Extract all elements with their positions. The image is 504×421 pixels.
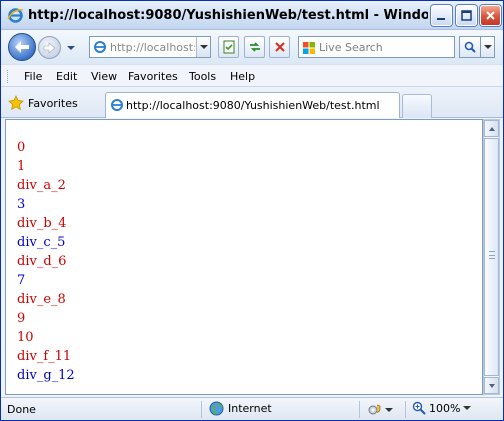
zoom-level: 100%: [429, 401, 461, 415]
globe-icon: [209, 401, 224, 416]
content-line: div_b_4: [17, 216, 67, 231]
search-field[interactable]: Live Search: [298, 36, 455, 58]
content-line: div_c_5: [17, 235, 66, 250]
content-line: div_g_12: [17, 368, 75, 383]
content-line: 3: [17, 197, 26, 212]
status-text: Done: [7, 403, 36, 416]
scroll-up-button[interactable]: [484, 120, 499, 137]
status-separator: [201, 401, 202, 418]
forward-arrow-icon: [43, 41, 56, 54]
zoom-control[interactable]: 100%: [412, 401, 472, 415]
address-dropdown-button[interactable]: [196, 37, 210, 57]
content-line: 0: [17, 140, 26, 155]
menu-file[interactable]: File: [24, 70, 42, 83]
window-title: http://localhost:9080/YushishienWeb/test…: [28, 8, 428, 23]
stop-button[interactable]: [269, 36, 290, 58]
new-tab-button[interactable]: [402, 94, 432, 118]
menu-bar: File Edit View Favorites Tools Help: [1, 64, 503, 87]
page-icon: [110, 98, 124, 112]
title-bar[interactable]: http://localhost:9080/YushishienWeb/test…: [1, 1, 503, 30]
address-toolbar: http://localhost:9080/YushishienWeb/test…: [1, 30, 503, 64]
chevron-down-icon: [463, 406, 472, 410]
content-lines: 0 1 div_a_2 3 div_b_4 div_c_5 div_d_6 7 div_e_8 9…: [17, 138, 75, 385]
maximize-button[interactable]: [456, 5, 477, 26]
status-separator: [359, 401, 360, 418]
status-separator: [405, 401, 406, 418]
scroll-down-button[interactable]: [484, 377, 499, 394]
chevron-down-icon: [67, 46, 75, 50]
page-icon: [93, 40, 107, 54]
toolbar-grip[interactable]: [7, 70, 10, 83]
content-line: div_d_6: [17, 254, 67, 269]
browser-window: http://localhost:9080/YushishienWeb/test…: [0, 0, 504, 421]
chevron-down-icon: [483, 45, 492, 49]
content-line: 9: [17, 311, 26, 326]
zone-label: Internet: [228, 402, 272, 415]
shield-gear-icon: [368, 404, 381, 415]
menu-favorites[interactable]: Favorites: [128, 70, 178, 83]
live-search-logo-icon: [302, 41, 316, 55]
vertical-scrollbar[interactable]: [483, 119, 500, 395]
scroll-thumb[interactable]: [484, 138, 499, 376]
thumb-grip: [489, 251, 495, 259]
security-zone[interactable]: Internet: [209, 401, 272, 416]
protected-mode-button[interactable]: [367, 402, 393, 417]
tab-active[interactable]: http://localhost:9080/YushishienWeb/test…: [105, 92, 400, 118]
zoom-magnifier-icon: [412, 401, 426, 415]
arrow-down-icon: [488, 383, 495, 388]
refresh-button[interactable]: [244, 36, 265, 58]
content-line: div_a_2: [17, 178, 66, 193]
minimize-button[interactable]: [431, 5, 452, 26]
menu-edit[interactable]: Edit: [56, 70, 77, 83]
stop-icon: [274, 42, 285, 52]
close-button[interactable]: [480, 5, 501, 26]
search-placeholder[interactable]: Live Search: [319, 41, 383, 54]
menu-tools[interactable]: Tools: [189, 70, 216, 83]
arrow-up-icon: [488, 126, 495, 131]
back-arrow-icon: [15, 41, 29, 53]
favorites-label: Favorites: [28, 96, 78, 110]
tab-title: http://localhost:9080/YushishienWeb/test…: [126, 99, 380, 112]
address-bar[interactable]: http://localhost:9080/YushishienWeb/test…: [89, 36, 211, 58]
star-icon: [8, 95, 24, 111]
content-line: 1: [17, 159, 26, 174]
magnifier-icon: [464, 41, 476, 53]
content-line: 7: [17, 273, 26, 288]
chevron-down-icon: [199, 45, 208, 49]
search-options-dropdown[interactable]: [481, 36, 495, 58]
menu-help[interactable]: Help: [230, 70, 255, 83]
favorites-tab-bar: Favorites http://localhost:9080/Yushishi…: [1, 87, 503, 118]
forward-button[interactable]: [38, 36, 61, 59]
recent-pages-dropdown[interactable]: [65, 43, 77, 53]
chevron-down-icon: [385, 407, 393, 412]
ie-logo-icon: [7, 7, 24, 24]
refresh-icon: [249, 42, 260, 52]
favorites-button[interactable]: Favorites: [8, 94, 78, 112]
page-compat-icon: [223, 40, 234, 54]
back-button[interactable]: [8, 33, 36, 61]
menu-view[interactable]: View: [91, 70, 117, 83]
content-line: div_e_8: [17, 292, 66, 307]
status-bar: Done Internet 100%: [1, 397, 503, 420]
page-content: 0 1 div_a_2 3 div_b_4 div_c_5 div_d_6 7 div_e_8 9…: [5, 119, 483, 395]
compatibility-view-button[interactable]: [218, 36, 239, 58]
content-line: div_f_11: [17, 349, 72, 364]
content-line: 10: [17, 330, 34, 345]
address-url[interactable]: http://localhost:9080/YushishienWeb/test…: [110, 41, 195, 54]
search-button[interactable]: [459, 36, 481, 58]
